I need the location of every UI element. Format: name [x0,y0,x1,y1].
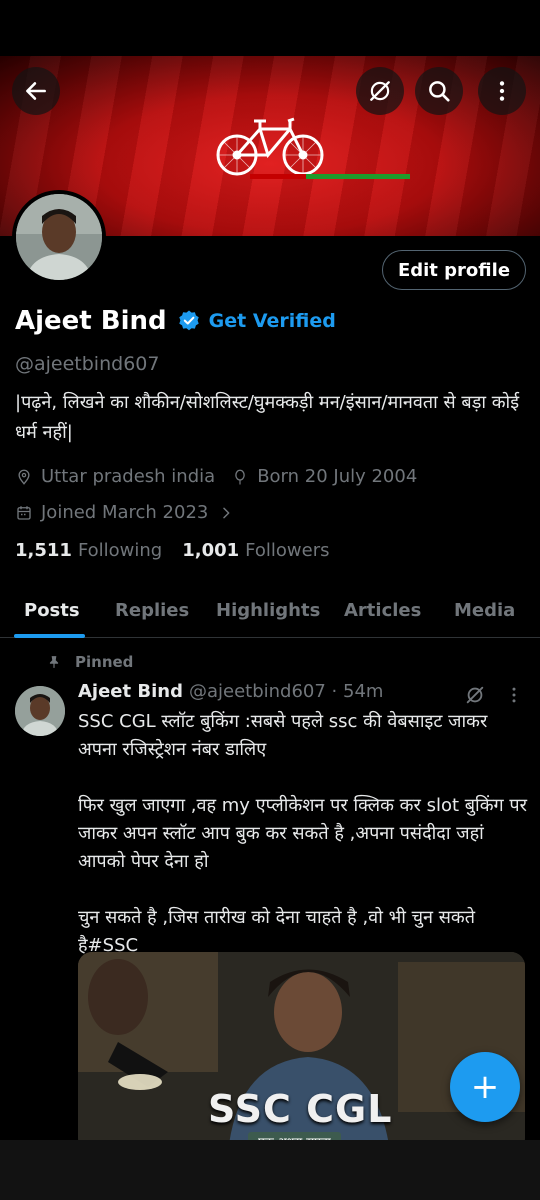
more-vertical-icon [499,81,505,101]
post-media-image[interactable]: SSC CGL एक अधूरा सपना [78,952,525,1152]
balloon-icon [235,469,245,484]
edit-profile-button[interactable]: Edit profile [382,250,526,290]
post-handle-time: @ajeetbind607 · 54m [188,681,384,702]
pinned-label: Pinned [75,653,134,671]
following-link[interactable]: 1,511 Following [15,540,162,561]
profile-joined-date: Joined March 2023 [41,502,209,523]
search-button[interactable] [415,67,463,115]
avatar-photo [16,194,102,280]
post-avatar-photo [15,686,65,736]
compose-post-button[interactable]: + [450,1052,520,1122]
post-body: SSC CGL स्लॉट बुकिंग :सबसे पहले ssc की व… [78,711,527,956]
post-header: Ajeet Bind @ajeetbind607 · 54m [78,681,383,702]
pin-icon [49,656,59,668]
plus-icon: + [470,1067,500,1107]
tab-posts[interactable]: Posts [24,600,80,621]
grok-button[interactable] [356,67,404,115]
tab-media[interactable]: Media [454,600,515,621]
pinned-indicator: Pinned [47,653,133,671]
bottom-navigation-bar [0,1140,540,1200]
active-tab-indicator [14,634,85,638]
post-author-avatar[interactable] [15,686,65,736]
name-row: Ajeet Bind Get Verified [15,306,336,336]
profile-bio: |पढ़ने, लिखने का शौकीन/सोशलिस्ट/घुमक्कड़… [15,392,520,443]
back-button[interactable] [12,67,60,115]
follow-counts: 1,511 Following 1,001 Followers [15,540,350,561]
tab-highlights[interactable]: Highlights [216,600,320,621]
search-icon [429,81,450,102]
profile-birthdate: Born 20 July 2004 [257,466,418,487]
profile-handle: @ajeetbind607 [15,353,160,375]
tab-articles[interactable]: Articles [344,600,421,621]
chevron-right-icon [223,507,230,518]
profile-location: Uttar pradesh india [41,466,216,487]
party-flag-stripe [250,174,410,179]
following-label: Following [77,540,163,561]
calendar-icon [17,505,31,520]
get-verified-link[interactable]: Get Verified [209,310,336,332]
tab-replies[interactable]: Replies [115,600,189,621]
media-title-text: SSC CGL [208,1087,393,1131]
slash-circle-icon [370,81,390,101]
location-pin-icon [18,469,30,485]
display-name: Ajeet Bind [15,306,167,336]
profile-meta-row-1: Uttar pradesh india Born 20 July 2004 [15,466,417,487]
status-bar [0,0,540,56]
profile-meta-row-2[interactable]: Joined March 2023 [15,502,242,523]
followers-label: Followers [245,540,330,561]
followers-count: 1,001 [182,540,240,561]
post-more-icon[interactable] [504,684,524,706]
arrow-left-icon [26,82,46,100]
post-grok-icon[interactable] [464,684,486,706]
more-button[interactable] [478,67,526,115]
followers-link[interactable]: 1,001 Followers [182,540,329,561]
post-author-name[interactable]: Ajeet Bind [78,681,183,702]
profile-avatar[interactable] [12,190,106,284]
profile-tabs: Posts Replies Highlights Articles Media [0,590,540,638]
bicycle-logo-icon [216,117,324,176]
verified-badge-icon[interactable] [177,309,201,333]
following-count: 1,511 [15,540,72,561]
